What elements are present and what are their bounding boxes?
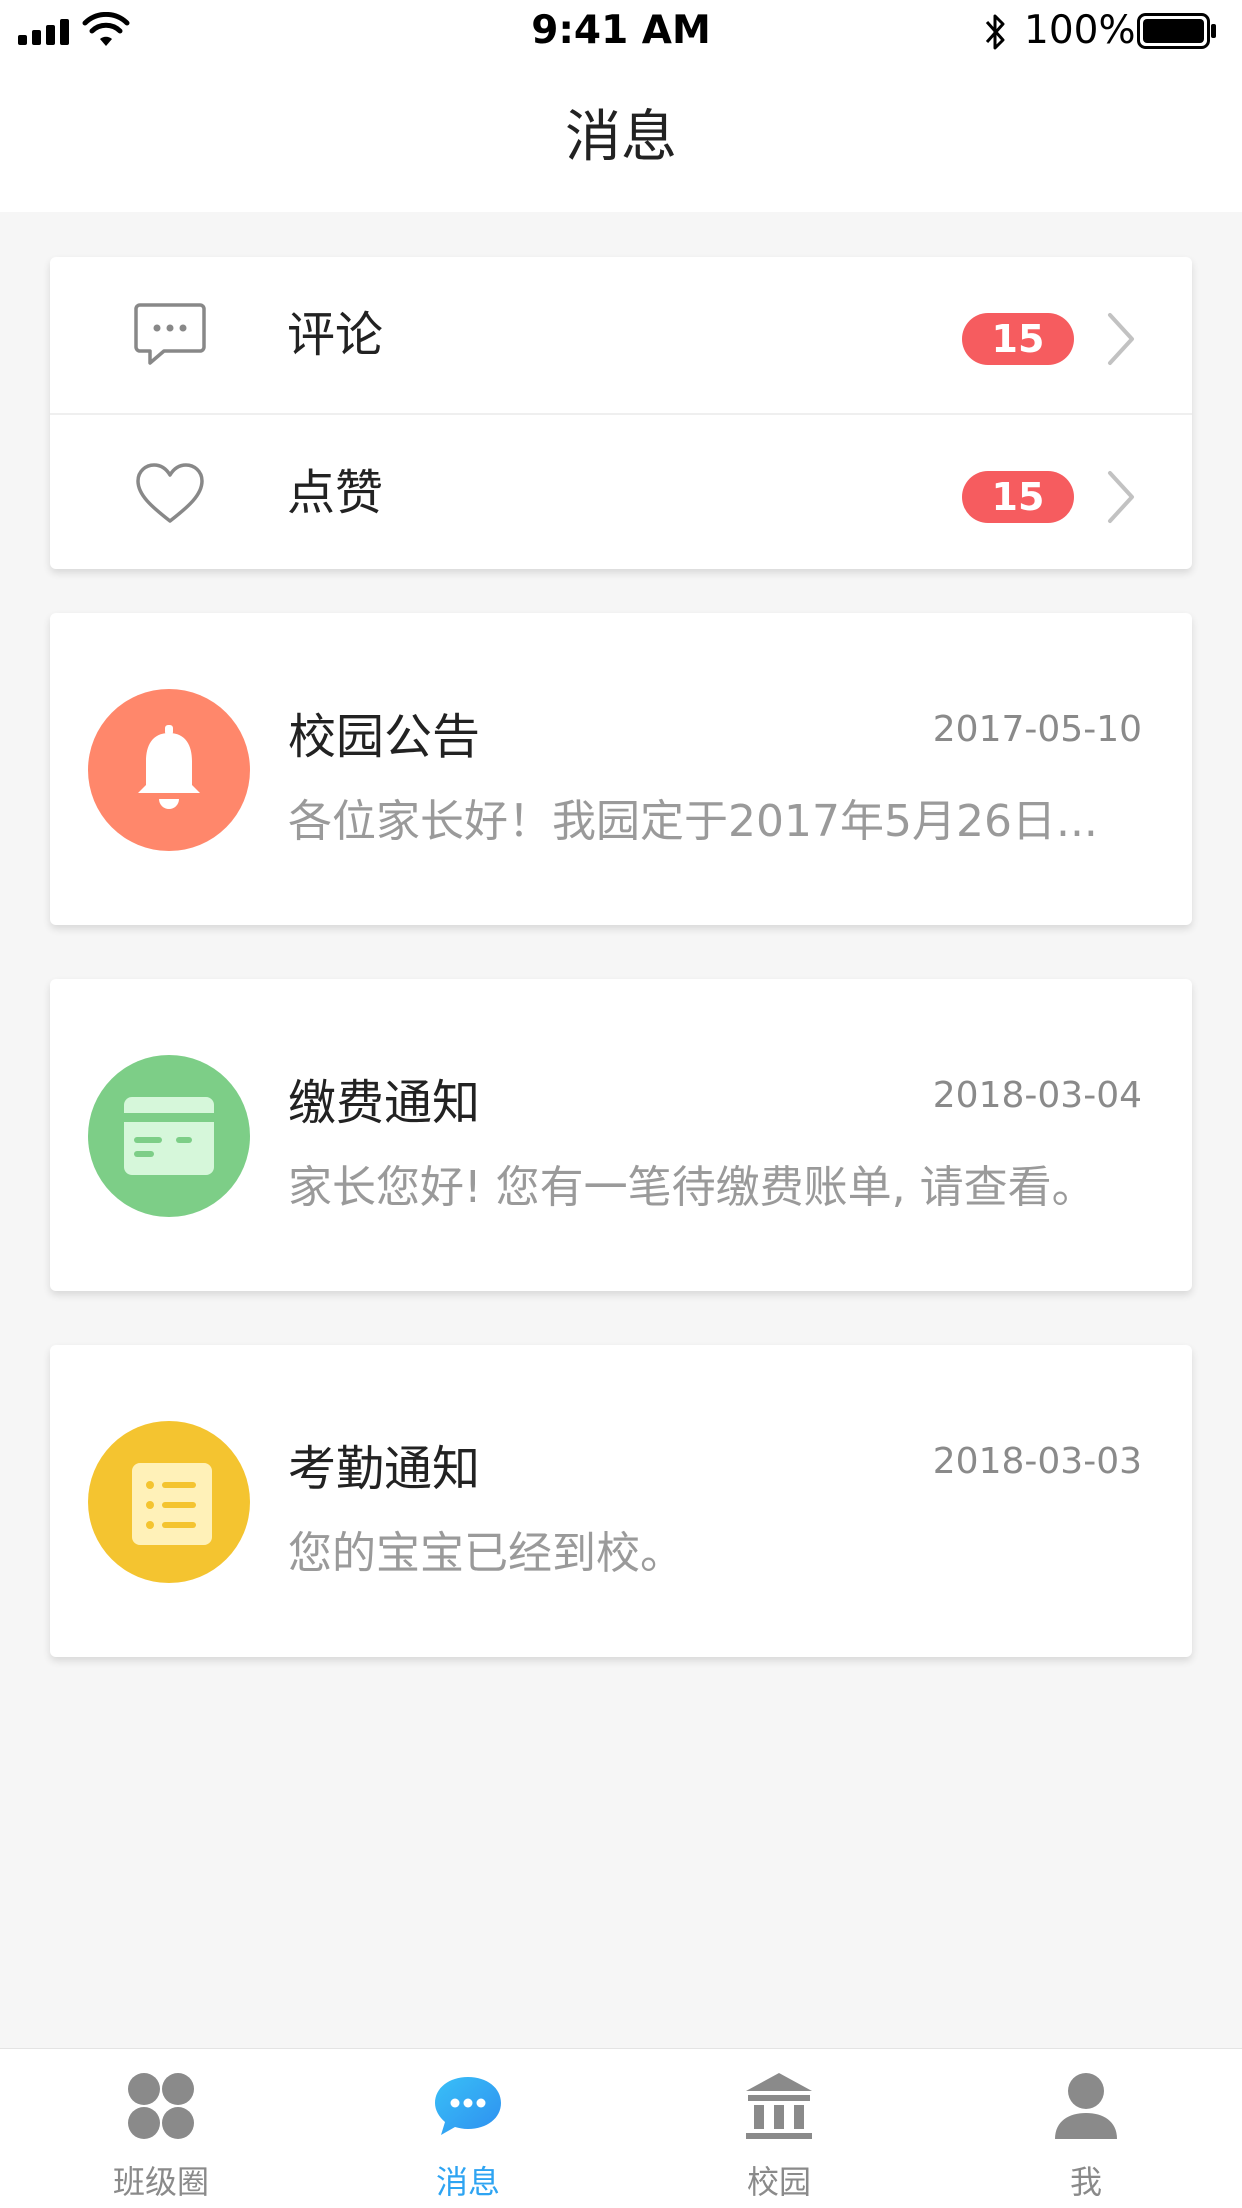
likes-count-badge: 15: [962, 471, 1074, 523]
tab-label: 我: [1069, 2163, 1102, 2201]
bell-icon: [88, 689, 250, 851]
chat-icon: [435, 2077, 501, 2135]
card-icon: [88, 1055, 250, 1217]
heart-icon: [136, 463, 204, 523]
tab-class-circle[interactable]: 班级圈: [36, 2049, 286, 2208]
notice-date: 2018-03-04: [932, 1075, 1142, 1116]
notice-preview: 您的宝宝已经到校。: [288, 1528, 684, 1579]
person-icon: [1055, 2073, 1117, 2139]
chevron-right-icon: [1108, 471, 1134, 523]
tab-messages[interactable]: 消息: [343, 2049, 593, 2208]
page-title: 消息: [565, 105, 677, 170]
tab-bar: 班级圈 消息 校园 我: [0, 2048, 1242, 2208]
notice-title: 校园公告: [288, 709, 481, 765]
battery-percent: 100%: [1024, 8, 1136, 53]
tab-campus[interactable]: 校园: [654, 2049, 904, 2208]
notice-date: 2017-05-10: [932, 709, 1142, 750]
comments-count-badge: 15: [962, 313, 1074, 365]
notice-card-payment[interactable]: 缴费通知 2018-03-04 家长您好! 您有一笔待缴费账单, 请查看。: [50, 979, 1192, 1291]
nav-bar: 消息: [0, 64, 1242, 212]
checklist-icon: [88, 1421, 250, 1583]
tab-me[interactable]: 我: [961, 2049, 1211, 2208]
messages-screen: 9:41 AM 100% 消息 评论 15 点赞 15 校园公告 2017-05…: [0, 0, 1242, 2208]
notice-title: 考勤通知: [288, 1441, 481, 1497]
bluetooth-icon: [985, 14, 1005, 50]
clover-icon: [128, 2073, 194, 2139]
interactions-card: 评论 15 点赞 15: [50, 257, 1192, 569]
chevron-right-icon: [1108, 313, 1134, 365]
tab-label: 班级圈: [112, 2163, 209, 2201]
notice-title: 缴费通知: [288, 1075, 481, 1131]
comments-row[interactable]: 评论 15: [50, 257, 1192, 413]
likes-label: 点赞: [287, 465, 384, 521]
school-building-icon: [746, 2073, 812, 2139]
notice-date: 2018-03-03: [932, 1441, 1142, 1482]
likes-row[interactable]: 点赞 15: [50, 413, 1192, 569]
notice-preview: 各位家长好！我园定于2017年5月26日...: [288, 796, 1098, 847]
tab-label: 校园: [746, 2163, 811, 2201]
notice-card-attendance[interactable]: 考勤通知 2018-03-03 您的宝宝已经到校。: [50, 1345, 1192, 1657]
notice-preview: 家长您好! 您有一笔待缴费账单, 请查看。: [288, 1162, 1096, 1213]
comments-label: 评论: [287, 307, 384, 363]
status-bar: 9:41 AM 100%: [0, 0, 1242, 64]
notice-card-announcement[interactable]: 校园公告 2017-05-10 各位家长好！我园定于2017年5月26日...: [50, 613, 1192, 925]
battery-icon: [1137, 13, 1216, 49]
comment-bubble-icon: [134, 303, 206, 365]
tab-label: 消息: [435, 2163, 500, 2201]
